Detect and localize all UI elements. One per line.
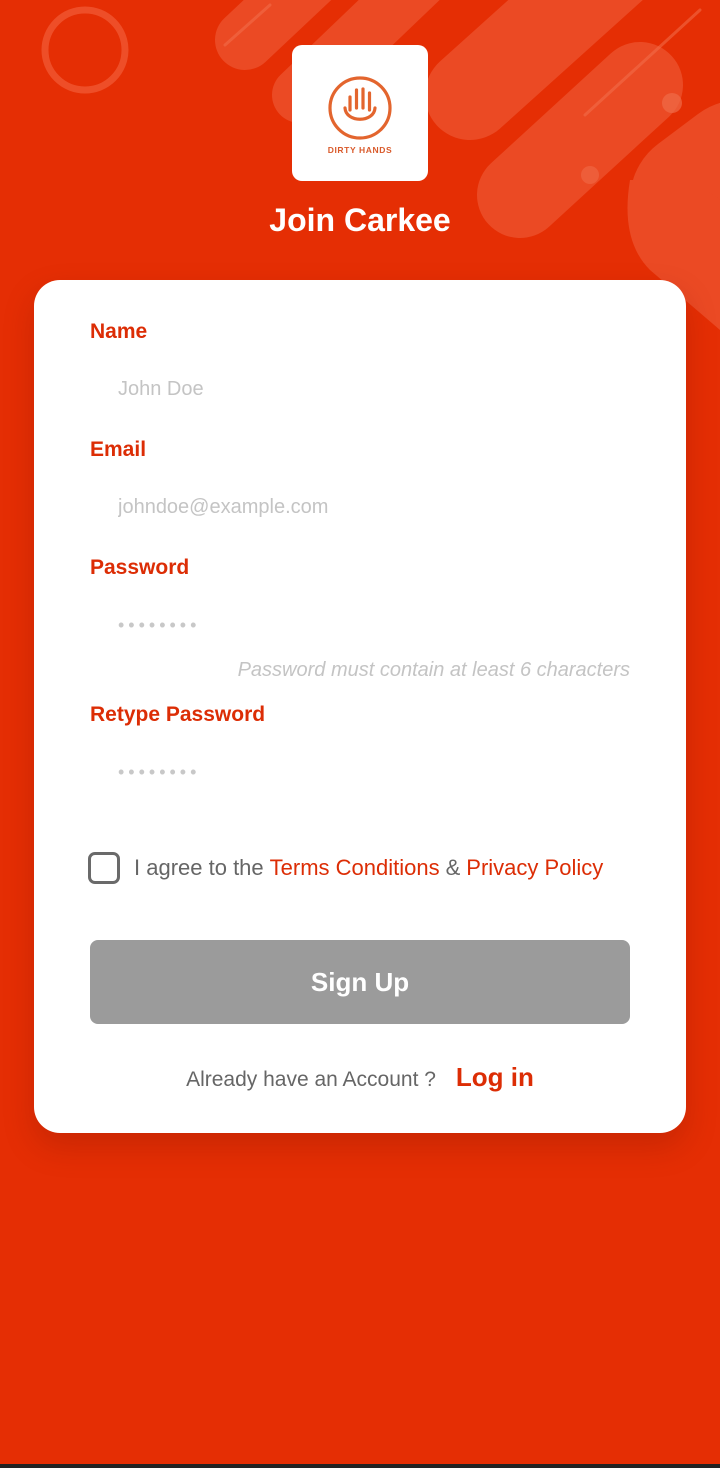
logo-wordmark: DIRTY HANDS [327,145,393,155]
bottom-edge [0,1464,720,1468]
page-title: Join Carkee [269,202,451,238]
email-label: Email [90,438,147,461]
privacy-policy-link[interactable]: Privacy Policy [466,855,603,881]
retype-password-input[interactable] [118,752,638,792]
password-hint: Password must contain at least 6 charact… [237,659,630,681]
name-label: Name [90,320,148,343]
agree-checkbox[interactable] [88,852,120,884]
sign-up-button[interactable]: Sign Up [90,940,630,1024]
password-input[interactable] [118,605,638,645]
app-logo: DIRTY HANDS [292,45,428,181]
login-prompt: Already have an Account ? Log in [34,1062,686,1093]
login-question: Already have an Account ? [186,1068,436,1091]
signup-card: Name Email Password Password must contai… [34,280,686,1133]
ampersand-text: & [445,855,461,880]
terms-conditions-link[interactable]: Terms Conditions [270,855,440,881]
smiling-hand-icon [328,76,392,140]
login-link[interactable]: Log in [456,1062,534,1093]
name-input[interactable] [118,369,638,409]
email-input[interactable] [118,487,638,527]
password-label: Password [90,556,190,579]
agree-terms-row: I agree to the Terms Conditions & Privac… [88,852,603,884]
retype-password-label: Retype Password [90,703,266,726]
agree-prefix-text: I agree to the [134,855,264,880]
